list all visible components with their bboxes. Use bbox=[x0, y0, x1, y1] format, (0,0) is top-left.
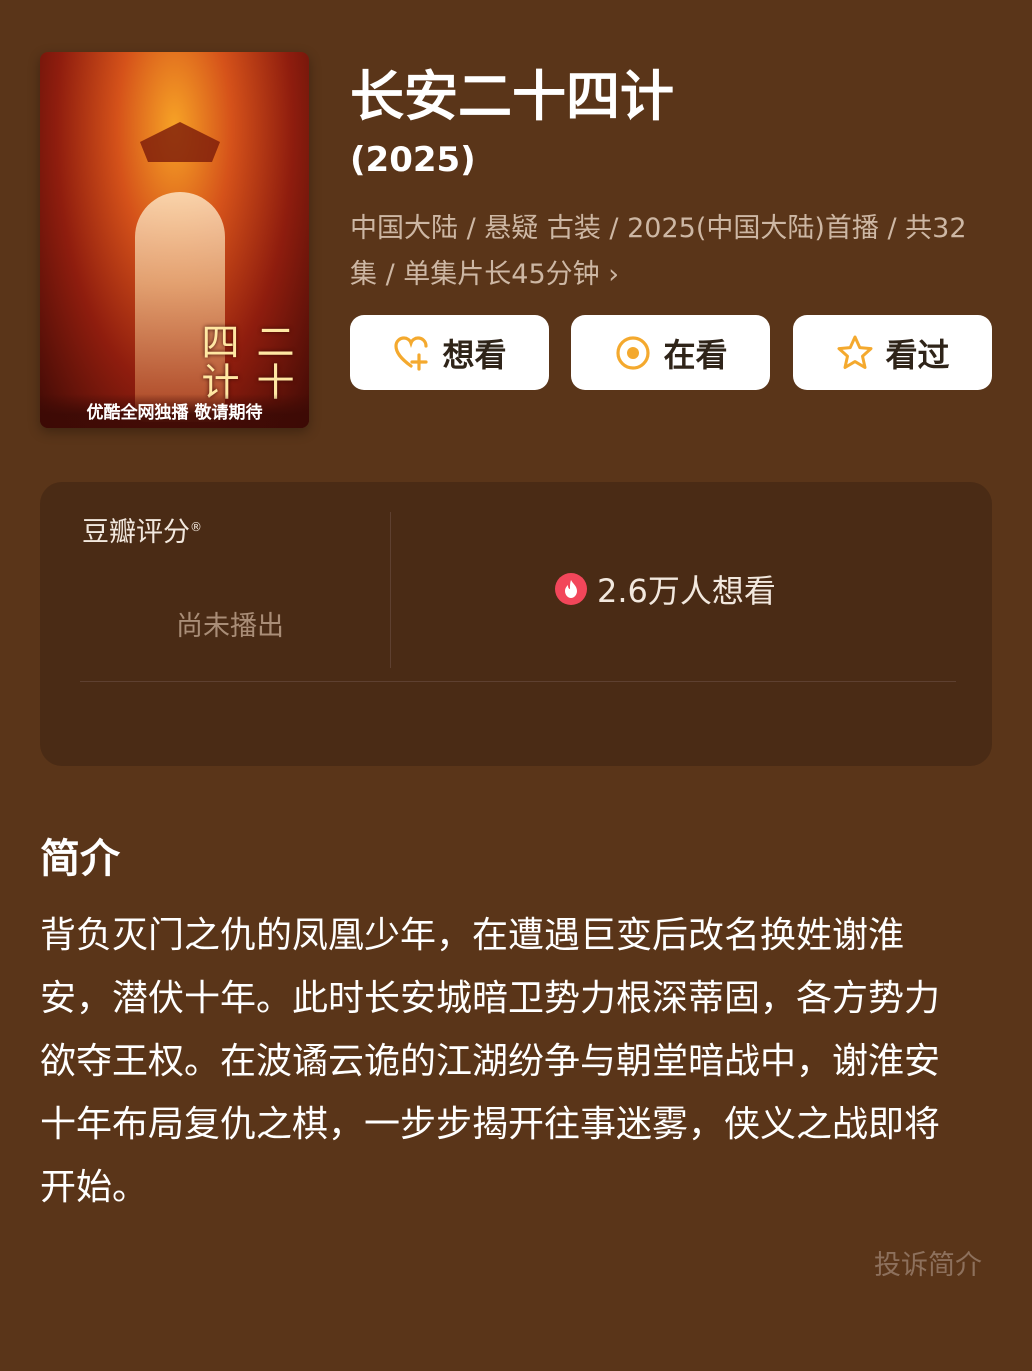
synopsis-title: 简介 bbox=[40, 836, 120, 882]
wishers-count[interactable]: 2.6万人想看 bbox=[555, 566, 776, 612]
want-to-watch-label: 想看 bbox=[442, 335, 507, 374]
release-year: (2025) bbox=[350, 140, 476, 180]
report-synopsis-link[interactable]: 投诉简介 bbox=[874, 1243, 982, 1282]
watching-button[interactable]: 在看 bbox=[571, 315, 770, 390]
target-icon bbox=[616, 335, 651, 370]
watching-label: 在看 bbox=[663, 335, 728, 374]
watched-button[interactable]: 看过 bbox=[793, 315, 992, 390]
watched-label: 看过 bbox=[885, 335, 950, 374]
rating-card: 豆瓣评分® 尚未播出 2.6万人想看 bbox=[40, 482, 992, 766]
meta-info[interactable]: 中国大陆 / 悬疑 古装 / 2025(中国大陆)首播 / 共32集 / 单集片… bbox=[350, 206, 980, 298]
star-icon bbox=[837, 335, 873, 369]
heart-plus-icon bbox=[394, 335, 429, 371]
poster-banner: 优酷全网独播 敬请期待 bbox=[40, 394, 309, 428]
rating-status: 尚未播出 bbox=[176, 611, 284, 642]
douban-rating-label: 豆瓣评分® bbox=[82, 517, 202, 548]
wishers-text: 2.6万人想看 bbox=[597, 572, 776, 610]
poster-palace bbox=[140, 122, 220, 162]
page-title: 长安二十四计 bbox=[350, 65, 674, 128]
synopsis-text: 背负灭门之仇的凤凰少年，在遭遇巨变后改名换姓谢淮安，潜伏十年。此时长安城暗卫势力… bbox=[40, 915, 941, 1208]
chevron-right-icon: › bbox=[608, 259, 620, 290]
want-to-watch-button[interactable]: 想看 bbox=[350, 315, 549, 390]
divider bbox=[80, 681, 956, 682]
fire-icon bbox=[555, 573, 587, 605]
divider bbox=[390, 512, 391, 668]
meta-text: 中国大陆 / 悬疑 古装 / 2025(中国大陆)首播 / 共32集 / 单集片… bbox=[350, 213, 967, 290]
poster-image[interactable]: 长安二十四计 优酷全网独播 敬请期待 bbox=[40, 52, 309, 428]
